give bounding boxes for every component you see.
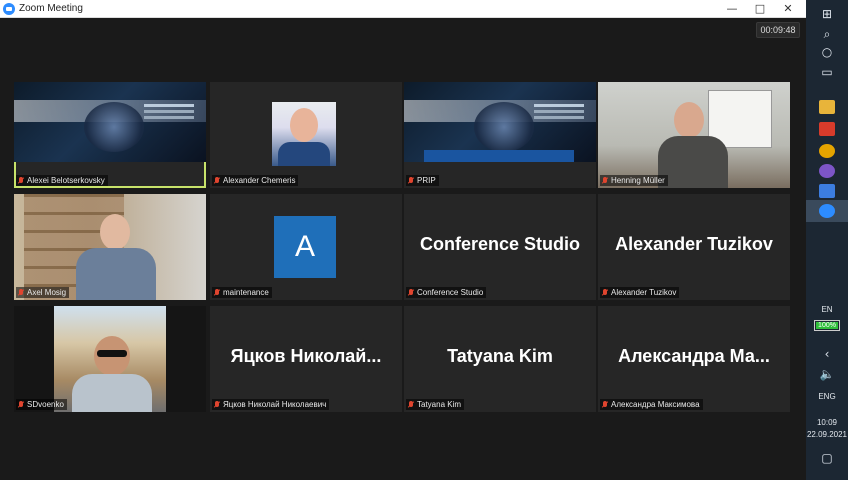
participant-nameplate: Tatyana Kim <box>406 399 465 410</box>
windows-taskbar: ⊞ ⌕ ○ ▭ EN 100% ‹ 🔈 ENG 10:09 22.09.2021… <box>806 0 848 480</box>
zoom-meeting-window: Zoom Meeting — □ ✕ 00:09:48 Alexei Belot… <box>0 0 806 480</box>
camera-video <box>14 306 206 412</box>
participant-name: Henning Müller <box>611 176 665 185</box>
participant-nameplate: Александра Максимова <box>600 399 703 410</box>
cortana-icon[interactable]: ○ <box>817 44 837 60</box>
video-tile[interactable]: Яцков Николай... Яцков Николай Николаеви… <box>210 306 402 412</box>
muted-mic-icon <box>214 400 220 409</box>
muted-mic-icon <box>408 288 414 297</box>
participant-name: Alexander Chemeris <box>223 176 296 185</box>
participant-nameplate: Alexander Tuzikov <box>600 287 680 298</box>
camera-video <box>14 194 206 300</box>
battery-indicator[interactable]: 100% <box>814 320 840 331</box>
shared-slide-video <box>404 82 596 162</box>
participant-display-name: Яцков Николай... <box>230 346 382 366</box>
participant-photo <box>272 102 336 166</box>
participant-display-name: Александра Ма... <box>618 346 770 366</box>
muted-mic-icon <box>18 176 24 185</box>
muted-mic-icon <box>18 288 24 297</box>
participant-name: SDvoenko <box>27 400 64 409</box>
video-tile[interactable]: Henning Müller <box>598 82 790 188</box>
pdf-reader-icon[interactable] <box>819 122 835 136</box>
close-button[interactable]: ✕ <box>774 0 802 18</box>
participant-nameplate: PRIP <box>406 175 439 186</box>
participant-name: Александра Максимова <box>611 400 700 409</box>
participant-display-name: Conference Studio <box>419 234 580 254</box>
muted-mic-icon <box>602 288 608 297</box>
windows-start-icon[interactable]: ⊞ <box>817 6 837 22</box>
participant-nameplate: Alexander Chemeris <box>212 175 299 186</box>
participant-nameplate: Яцков Николай Николаевич <box>212 399 330 410</box>
clock-time[interactable]: 10:09 <box>806 418 848 427</box>
minimize-button[interactable]: — <box>718 0 746 18</box>
viber-icon[interactable] <box>819 164 835 178</box>
participant-nameplate: Conference Studio <box>406 287 487 298</box>
video-tile[interactable]: Александра Ма... Александра Максимова <box>598 306 790 412</box>
video-tile[interactable]: Axel Mosig <box>14 194 206 300</box>
muted-mic-icon <box>408 176 414 185</box>
app-icon[interactable] <box>819 184 835 198</box>
input-language[interactable]: ENG <box>806 392 848 401</box>
muted-mic-icon <box>602 176 608 185</box>
participant-name: Conference Studio <box>417 288 484 297</box>
volume-icon[interactable]: 🔈 <box>817 366 837 382</box>
zoom-taskbar-icon[interactable] <box>819 204 835 218</box>
participant-name: Яцков Николай Николаевич <box>223 400 327 409</box>
muted-mic-icon <box>18 400 24 409</box>
shared-slide-video <box>14 82 206 162</box>
participant-nameplate: Henning Müller <box>600 175 668 186</box>
chevron-left-icon[interactable]: ‹ <box>817 346 837 362</box>
camera-video <box>598 82 790 188</box>
video-tile[interactable]: Alexander Tuzikov Alexander Tuzikov <box>598 194 790 300</box>
video-tile[interactable]: SDvoenko <box>14 306 206 412</box>
battery-percent: 100% <box>818 322 836 329</box>
participant-nameplate: Alexei Belotserkovsky <box>16 175 108 186</box>
participant-name: Alexei Belotserkovsky <box>27 176 105 185</box>
meeting-timer: 00:09:48 <box>756 22 800 38</box>
file-explorer-icon[interactable] <box>819 100 835 114</box>
title-bar: Zoom Meeting — □ ✕ <box>0 0 806 18</box>
muted-mic-icon <box>408 400 414 409</box>
participant-name: Alexander Tuzikov <box>611 288 677 297</box>
chrome-icon[interactable] <box>819 144 835 158</box>
participant-name: Axel Mosig <box>27 288 67 297</box>
clock-date[interactable]: 22.09.2021 <box>806 430 848 439</box>
zoom-app-icon <box>3 3 15 15</box>
window-title: Zoom Meeting <box>19 3 83 14</box>
video-tile[interactable]: A maintenance <box>210 194 402 300</box>
participant-name: PRIP <box>417 176 436 185</box>
participant-nameplate: SDvoenko <box>16 399 67 410</box>
video-tile[interactable]: Tatyana Kim Tatyana Kim <box>404 306 596 412</box>
muted-mic-icon <box>214 176 220 185</box>
notification-icon[interactable]: ▢ <box>817 450 837 466</box>
participant-name: maintenance <box>223 288 269 297</box>
video-tile[interactable]: Alexei Belotserkovsky <box>14 82 206 188</box>
task-view-icon[interactable]: ▭ <box>817 64 837 80</box>
participant-display-name: Alexander Tuzikov <box>615 234 773 254</box>
video-tile[interactable]: PRIP <box>404 82 596 188</box>
participant-nameplate: Axel Mosig <box>16 287 70 298</box>
participant-nameplate: maintenance <box>212 287 272 298</box>
search-icon[interactable]: ⌕ <box>817 26 837 42</box>
participant-display-name: Tatyana Kim <box>447 346 553 366</box>
maximize-button[interactable]: □ <box>746 0 774 18</box>
avatar: A <box>274 216 336 278</box>
video-tile[interactable]: Conference Studio Conference Studio <box>404 194 596 300</box>
participant-name: Tatyana Kim <box>417 400 462 409</box>
video-tile[interactable]: Alexander Chemeris <box>210 82 402 188</box>
language-indicator[interactable]: EN <box>806 305 848 314</box>
muted-mic-icon <box>602 400 608 409</box>
muted-mic-icon <box>214 288 220 297</box>
